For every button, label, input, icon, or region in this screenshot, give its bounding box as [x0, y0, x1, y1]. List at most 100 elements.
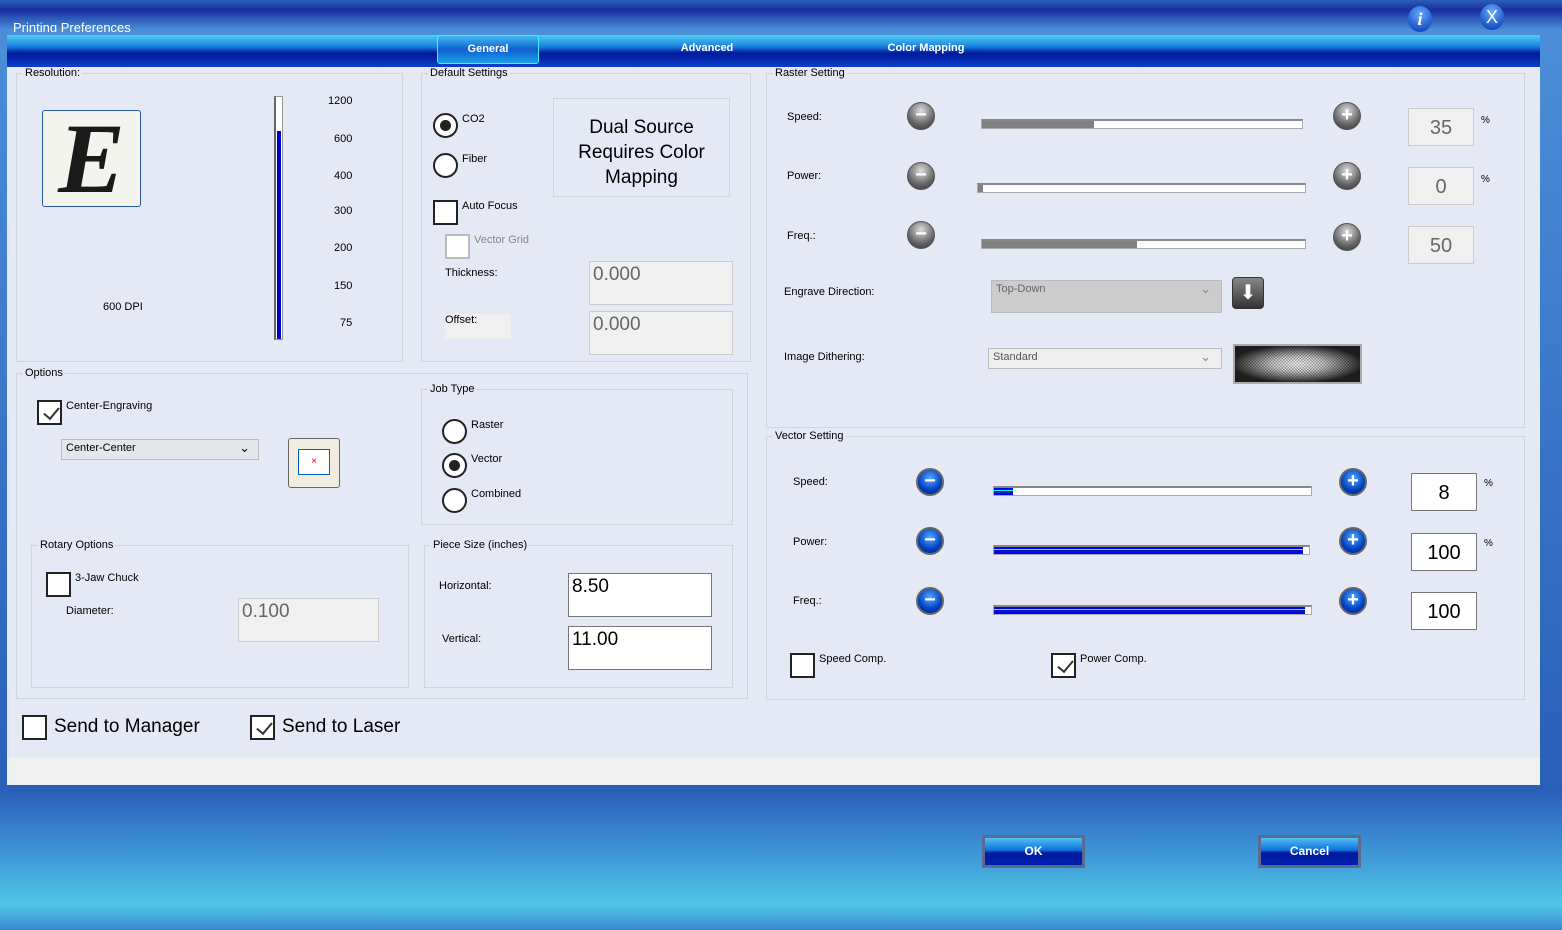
default-settings-label: Default Settings — [428, 67, 510, 79]
cancel-button[interactable]: Cancel — [1258, 835, 1361, 868]
raster-freq-input[interactable]: 50 — [1408, 226, 1474, 264]
send-to-manager-checkbox[interactable] — [22, 715, 47, 740]
raster-power-input[interactable]: 0 — [1408, 167, 1474, 205]
vector-speed-decrease-button[interactable]: − — [916, 468, 944, 496]
options-label: Options — [23, 367, 65, 379]
combined-label: Combined — [471, 488, 522, 500]
center-mode-select[interactable]: Center-Center ⌄ — [61, 439, 259, 460]
send-to-laser-label: Send to Laser — [282, 716, 401, 737]
engrave-direction-select[interactable]: Top-Down ⌄ — [991, 280, 1222, 313]
raster-freq-increase-button[interactable]: + — [1333, 223, 1361, 251]
raster-freq-label: Freq.: — [787, 230, 816, 242]
plus-icon: + — [1347, 529, 1359, 551]
resolution-slider[interactable] — [274, 96, 283, 340]
raster-speed-input[interactable]: 35 — [1408, 108, 1474, 146]
piece-size-label: Piece Size (inches) — [431, 539, 530, 551]
vector-grid-checkbox[interactable] — [445, 234, 470, 259]
plus-icon: + — [1341, 225, 1353, 247]
vector-setting-label: Vector Setting — [773, 430, 846, 442]
tick-label: 1200 — [328, 95, 353, 107]
vector-freq-input[interactable]: 100 — [1411, 592, 1477, 630]
raster-power-slider[interactable] — [977, 183, 1306, 193]
center-mode-value: Center-Center — [66, 442, 136, 454]
raster-speed-decrease-button[interactable]: − — [907, 102, 935, 130]
center-position-button[interactable]: × — [288, 438, 340, 488]
raster-power-increase-button[interactable]: + — [1333, 162, 1361, 190]
fiber-radio[interactable] — [433, 153, 458, 178]
raster-radio[interactable] — [442, 419, 467, 444]
minus-icon: − — [924, 529, 936, 551]
tab-general[interactable]: General — [437, 35, 539, 64]
ok-button[interactable]: OK — [982, 835, 1085, 868]
vector-radio[interactable] — [442, 453, 467, 478]
tick-label: 75 — [340, 317, 353, 329]
minus-icon: − — [924, 470, 936, 492]
engrave-logo-icon: E — [42, 109, 141, 209]
send-to-laser-checkbox[interactable] — [250, 715, 275, 740]
vector-speed-fill — [994, 488, 1014, 495]
tab-advanced[interactable]: Advanced — [657, 35, 757, 64]
center-position-icon: × — [298, 449, 330, 475]
vector-freq-decrease-button[interactable]: − — [916, 587, 944, 615]
diameter-input[interactable]: 0.100 — [238, 598, 379, 642]
info-icon: i — [1417, 9, 1423, 29]
vector-speed-input[interactable]: 8 — [1411, 473, 1477, 511]
plus-icon: + — [1341, 104, 1353, 126]
tick-label: 150 — [334, 280, 353, 292]
tab-bar: General Advanced Color Mapping — [7, 35, 1540, 68]
dither-preview-image — [1233, 344, 1362, 384]
raster-freq-slider[interactable] — [981, 239, 1306, 249]
dual-source-note: Dual Source Requires Color Mapping — [553, 98, 730, 197]
status-strip — [7, 758, 1540, 785]
thickness-input[interactable]: 0.000 — [589, 261, 733, 305]
three-jaw-checkbox[interactable] — [46, 572, 71, 597]
center-engraving-checkbox[interactable] — [37, 400, 62, 425]
raster-speed-increase-button[interactable]: + — [1333, 102, 1361, 130]
tick-label: 300 — [334, 205, 353, 217]
three-jaw-label: 3-Jaw Chuck — [75, 572, 139, 584]
speed-comp-checkbox[interactable] — [790, 653, 815, 678]
vector-speed-slider[interactable] — [993, 486, 1312, 496]
percent-label: % — [1484, 538, 1493, 549]
percent-label: % — [1481, 115, 1490, 126]
vector-power-increase-button[interactable]: + — [1339, 527, 1367, 555]
send-to-manager-label: Send to Manager — [54, 716, 200, 737]
close-icon: X — [1485, 7, 1498, 27]
auto-focus-checkbox[interactable] — [433, 200, 458, 225]
offset-input[interactable]: 0.000 — [589, 311, 733, 355]
auto-focus-label: Auto Focus — [462, 200, 518, 212]
vector-power-fill — [994, 547, 1303, 554]
raster-speed-slider[interactable] — [981, 119, 1303, 129]
co2-radio[interactable] — [433, 113, 458, 138]
vertical-input[interactable]: 11.00 — [568, 626, 712, 670]
vector-power-input[interactable]: 100 — [1411, 533, 1477, 571]
vector-freq-increase-button[interactable]: + — [1339, 587, 1367, 615]
chevron-down-icon: ⌄ — [239, 440, 250, 455]
vector-power-decrease-button[interactable]: − — [916, 527, 944, 555]
offset-label: Offset: — [445, 314, 511, 339]
raster-freq-decrease-button[interactable]: − — [907, 221, 935, 249]
engrave-direction-button[interactable]: ⬇ — [1232, 277, 1264, 309]
thickness-label: Thickness: — [445, 267, 498, 279]
combined-radio[interactable] — [442, 488, 467, 513]
vector-freq-label: Freq.: — [793, 595, 822, 607]
vector-speed-increase-button[interactable]: + — [1339, 468, 1367, 496]
job-type-label: Job Type — [428, 383, 477, 395]
vector-power-slider[interactable] — [993, 545, 1310, 555]
vector-label: Vector — [471, 453, 503, 465]
arrow-down-icon: ⬇ — [1239, 282, 1257, 304]
raster-power-decrease-button[interactable]: − — [907, 162, 935, 190]
tab-color-mapping[interactable]: Color Mapping — [867, 35, 985, 64]
rotary-options-label: Rotary Options — [38, 539, 116, 551]
resolution-label: Resolution: — [23, 67, 83, 79]
info-button[interactable]: i — [1408, 6, 1432, 32]
close-button[interactable]: X — [1480, 4, 1504, 30]
tick-label: 600 — [334, 133, 353, 145]
vector-freq-slider[interactable] — [993, 605, 1312, 615]
horizontal-input[interactable]: 8.50 — [568, 573, 712, 617]
job-type-group — [421, 389, 733, 525]
check-icon — [43, 402, 60, 421]
image-dithering-select[interactable]: Standard ⌄ — [988, 348, 1222, 369]
power-comp-checkbox[interactable] — [1051, 653, 1076, 678]
minus-icon: − — [915, 104, 927, 126]
